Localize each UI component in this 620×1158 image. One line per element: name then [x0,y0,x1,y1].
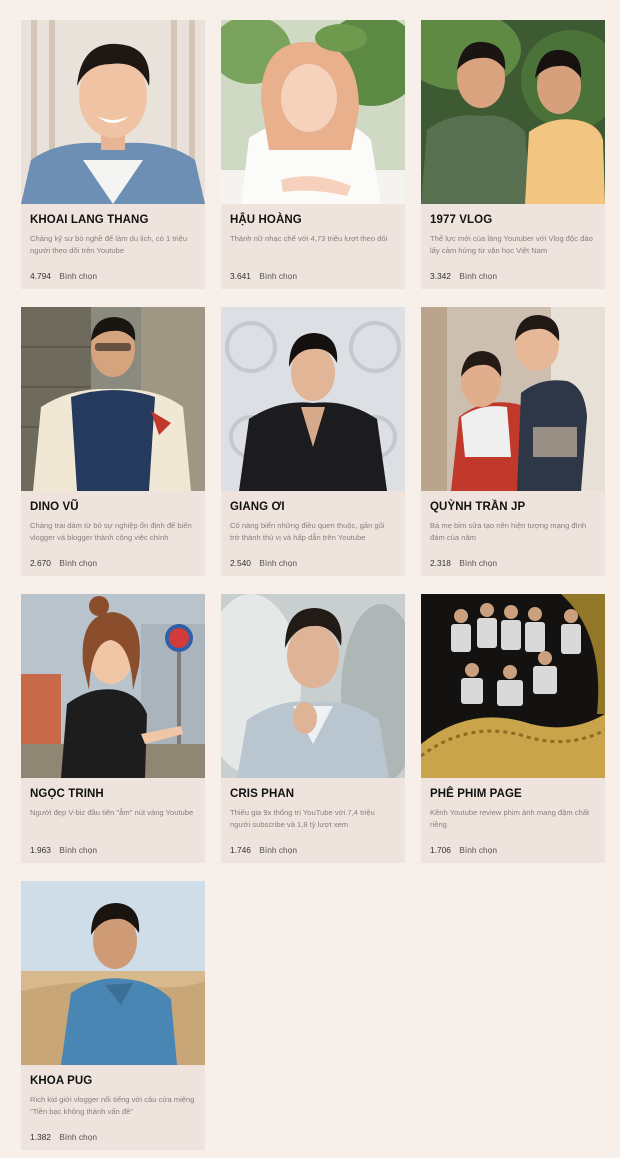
vote-label: Bình chọn [459,271,498,281]
vote-number: 2.540 [230,558,251,568]
vote-count: 1.746 Bình chọn [230,845,297,855]
vote-count: 1.706 Bình chọn [430,845,497,855]
vote-label: Bình chọn [59,1132,98,1142]
vote-count: 1.963 Bình chọn [30,845,97,855]
candidate-name: 1977 VLOG [430,214,493,226]
vote-number: 1.706 [430,845,451,855]
candidate-description: Chàng trai dám từ bỏ sự nghiệp ổn định đ… [30,521,192,542]
candidate-photo[interactable] [21,20,205,204]
vote-number: 1.963 [30,845,51,855]
candidate-photo[interactable] [21,307,205,491]
vote-count: 2.670 Bình chọn [30,558,97,568]
vote-label: Bình chọn [259,271,298,281]
candidate-photo[interactable] [421,307,605,491]
vote-label: Bình chọn [59,271,98,281]
vote-count: 3.342 Bình chọn [430,271,497,281]
candidate-description: Thiếu gia 9x thống trị YouTube với 7,4 t… [230,808,375,829]
candidate-photo[interactable] [221,20,405,204]
vote-number: 2.318 [430,558,451,568]
vote-count: 3.641 Bình chọn [230,271,297,281]
candidate-name: NGỌC TRINH [30,788,104,800]
candidate-name: HẬU HOÀNG [230,214,302,226]
vote-count: 2.318 Bình chọn [430,558,497,568]
candidate-card-khoai-lang-thang[interactable]: KHOAI LANG THANG Chàng kỹ sư bỏ nghề để … [21,20,205,289]
vote-label: Bình chọn [259,845,298,855]
candidate-description: Thế lực mới của làng Youtuber với Vlog đ… [430,234,593,255]
candidate-photo[interactable] [221,594,405,778]
candidate-photo[interactable] [21,881,205,1065]
candidate-card-1977-vlog[interactable]: 1977 VLOG Thế lực mới của làng Youtuber … [421,20,605,289]
vote-number: 1.382 [30,1132,51,1142]
candidate-description: Rich kid giới vlogger nổi tiếng với câu … [30,1095,195,1116]
candidate-card-phe-phim-page[interactable]: PHÊ PHIM PAGE Kênh Youtube review phim ả… [421,594,605,863]
vote-count: 4.794 Bình chọn [30,271,97,281]
candidate-name: KHOA PUG [30,1075,93,1087]
vote-count: 1.382 Bình chọn [30,1132,97,1142]
candidate-card-hau-hoang[interactable]: HẬU HOÀNG Thánh nữ nhạc chế với 4,73 tri… [221,20,405,289]
vote-number: 4.794 [30,271,51,281]
candidate-name: QUỲNH TRẦN JP [430,501,526,513]
candidate-photo[interactable] [421,20,605,204]
candidate-grid: KHOAI LANG THANG Chàng kỹ sư bỏ nghề để … [21,20,605,1150]
vote-label: Bình chọn [459,845,498,855]
candidate-name: CRIS PHAN [230,788,295,800]
vote-count: 2.540 Bình chọn [230,558,297,568]
candidate-description: Chàng kỹ sư bỏ nghề để làm du lịch, có 1… [30,234,188,255]
candidate-description: Người đẹp V-biz đầu tiên "ẵm" nút vàng Y… [30,808,194,817]
candidate-name: DINO VŨ [30,501,79,513]
candidate-photo[interactable] [421,594,605,778]
candidate-card-cris-phan[interactable]: CRIS PHAN Thiếu gia 9x thống trị YouTube… [221,594,405,863]
vote-number: 2.670 [30,558,51,568]
candidate-description: Kênh Youtube review phim ảnh mang đậm ch… [430,808,590,829]
candidate-name: GIANG ƠI [230,501,285,513]
candidate-card-ngoc-trinh[interactable]: NGỌC TRINH Người đẹp V-biz đầu tiên "ẵm"… [21,594,205,863]
candidate-description: Cô nàng biến những điều quen thuộc, gần … [230,521,385,542]
vote-label: Bình chọn [59,845,98,855]
candidate-card-khoa-pug[interactable]: KHOA PUG Rich kid giới vlogger nổi tiếng… [21,881,205,1150]
vote-number: 1.746 [230,845,251,855]
vote-number: 3.641 [230,271,251,281]
candidate-description: Thánh nữ nhạc chế với 4,73 triệu lượt th… [230,234,388,243]
candidate-name: KHOAI LANG THANG [30,214,149,226]
vote-number: 3.342 [430,271,451,281]
vote-label: Bình chọn [459,558,498,568]
candidate-photo[interactable] [221,307,405,491]
candidate-card-quynh-tran-jp[interactable]: QUỲNH TRẦN JP Bà mẹ bỉm sữa tạo nên hiện… [421,307,605,576]
candidate-description: Bà mẹ bỉm sữa tạo nên hiện tượng mạng đì… [430,521,587,542]
candidate-card-giang-oi[interactable]: GIANG ƠI Cô nàng biến những điều quen th… [221,307,405,576]
vote-label: Bình chọn [59,558,98,568]
vote-label: Bình chọn [259,558,298,568]
candidate-photo[interactable] [21,594,205,778]
candidate-name: PHÊ PHIM PAGE [430,788,522,800]
candidate-card-dino-vu[interactable]: DINO VŨ Chàng trai dám từ bỏ sự nghiệp ổ… [21,307,205,576]
